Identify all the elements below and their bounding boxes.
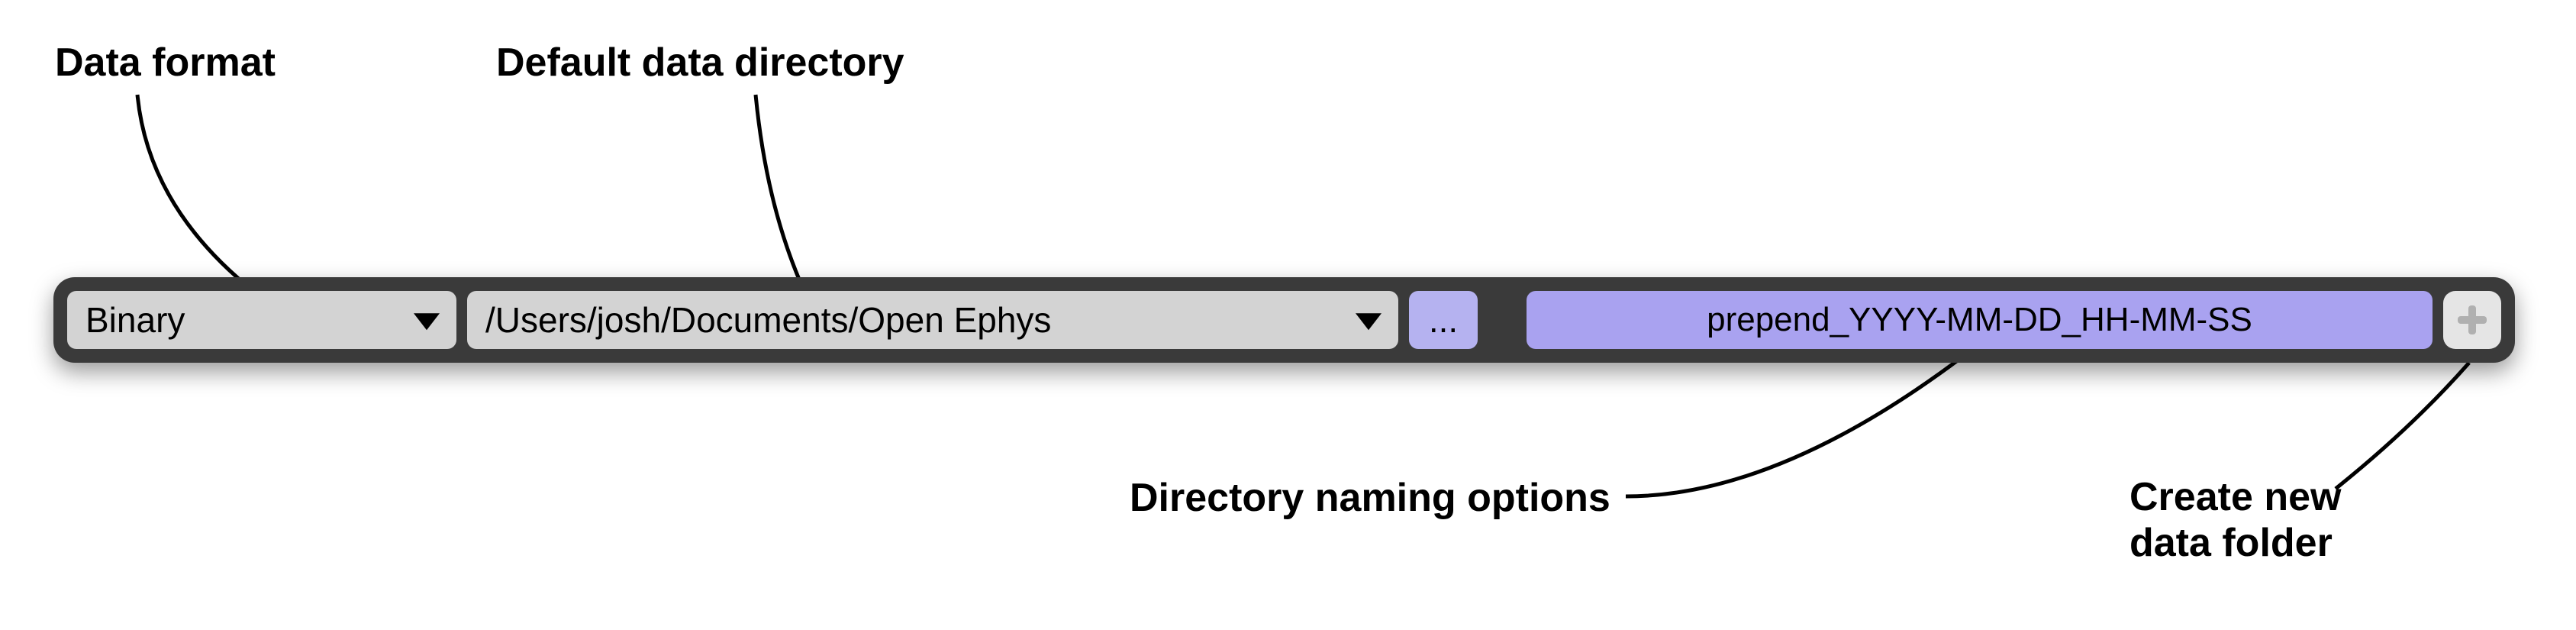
annotation-default-directory: Default data directory: [496, 40, 904, 86]
annotation-naming-options: Directory naming options: [1130, 475, 1610, 521]
annotation-create-folder-line2: data folder: [2129, 521, 2333, 565]
annotation-data-format: Data format: [55, 40, 276, 86]
create-new-folder-button[interactable]: [2443, 291, 2501, 349]
data-directory-dropdown[interactable]: /Users/josh/Documents/Open Ephys: [467, 291, 1398, 349]
browse-directory-button[interactable]: ...: [1409, 291, 1478, 349]
recording-toolbar: Binary /Users/josh/Documents/Open Ephys …: [53, 277, 2515, 363]
data-format-value: Binary: [85, 299, 185, 341]
browse-label: ...: [1429, 299, 1458, 341]
data-format-dropdown[interactable]: Binary: [67, 291, 456, 349]
directory-naming-pattern[interactable]: prepend_YYYY-MM-DD_HH-MM-SS: [1527, 291, 2433, 349]
naming-pattern-value: prepend_YYYY-MM-DD_HH-MM-SS: [1707, 301, 2252, 339]
annotation-create-folder: Create new data folder: [2129, 475, 2341, 567]
data-directory-value: /Users/josh/Documents/Open Ephys: [485, 299, 1051, 341]
annotation-create-folder-line1: Create new: [2129, 475, 2341, 519]
